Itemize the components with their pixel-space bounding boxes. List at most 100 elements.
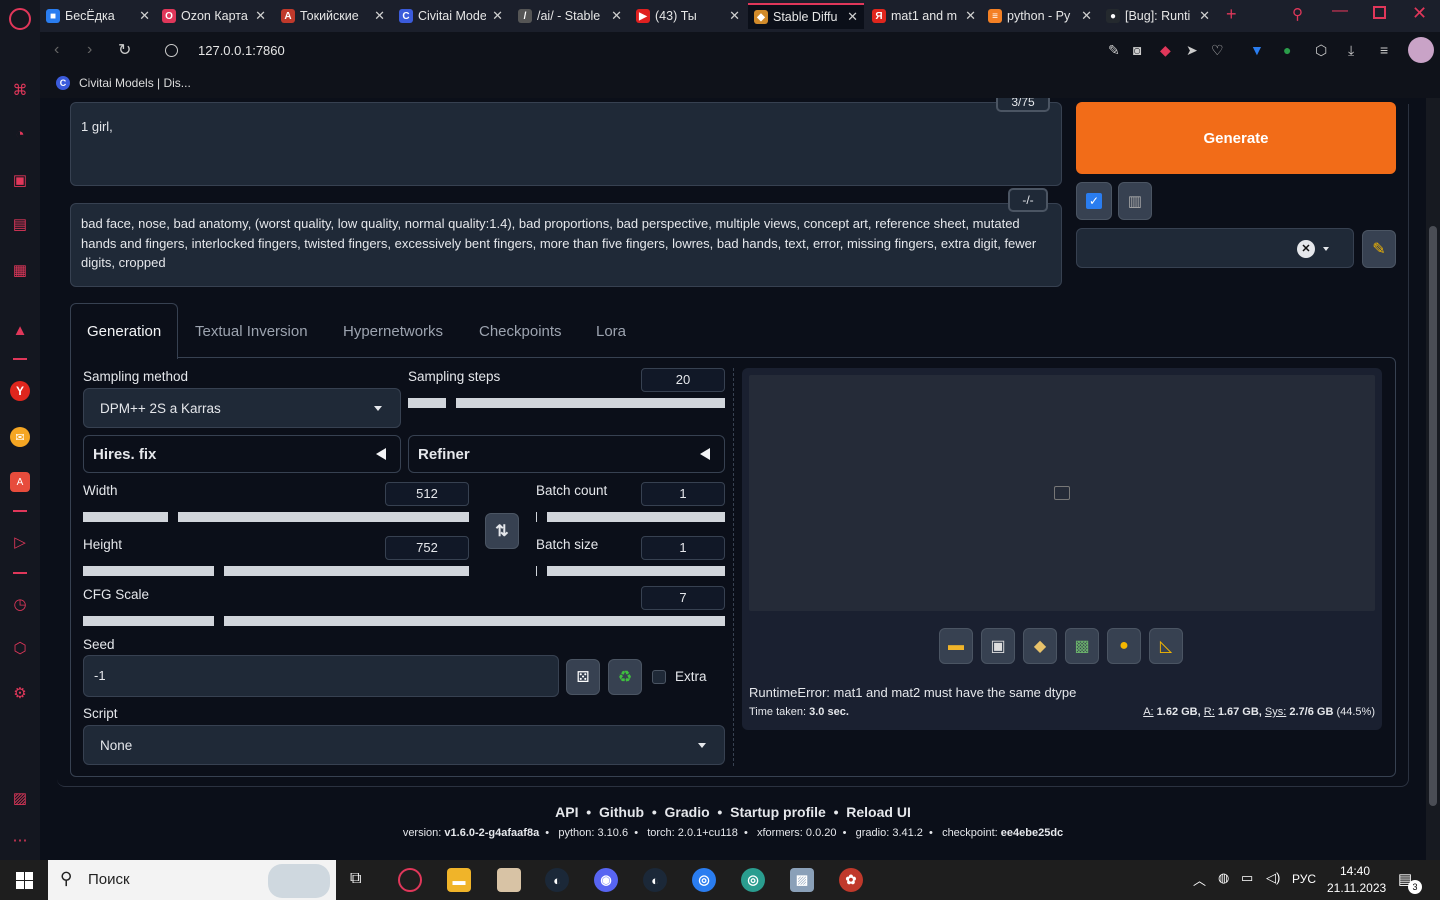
tab-close-icon[interactable]: ✕ [1199,8,1210,24]
random-seed-button[interactable]: ⚄ [566,659,600,695]
tab-hypernetworks[interactable]: Hypernetworks [343,323,443,340]
save-button[interactable]: ▣ [981,628,1015,664]
trash-button[interactable]: ▥ [1118,182,1152,220]
gallery-icon[interactable]: ▨ [10,788,30,808]
open-folder-button[interactable]: ▬ [939,628,973,664]
refiner-accordion[interactable]: Refiner [408,435,725,473]
translate-icon[interactable]: A [10,472,30,492]
language-indicator[interactable]: РУС [1292,872,1316,886]
footer-link[interactable]: API [555,804,578,820]
avatar[interactable] [1408,37,1434,63]
more-icon[interactable]: ⋯ [10,830,30,850]
edit-icon[interactable]: ✎ [1108,42,1120,59]
tray-expand-icon[interactable]: ︿ [1193,870,1206,889]
batch-count-slider[interactable] [536,512,725,522]
slider-handle[interactable] [537,566,547,576]
cart-icon[interactable]: ▼ [1250,42,1264,58]
footer-link[interactable]: Github [599,804,644,820]
opera-taskbar-icon[interactable] [398,868,422,892]
clock-date[interactable]: 21.11.2023 [1327,881,1386,895]
browser-tab[interactable]: ◆ Stable Diffu ✕ [748,3,864,29]
clock-time[interactable]: 14:40 [1340,864,1370,878]
history-icon[interactable]: ◷ [10,594,30,614]
extra-checkbox[interactable] [652,670,666,684]
sampling-steps-slider[interactable] [408,398,725,408]
tab-close-icon[interactable]: ✕ [1081,8,1092,24]
styles-toggle-button[interactable]: ✓ [1076,182,1112,220]
tab-textual-inversion[interactable]: Textual Inversion [195,323,308,340]
hires-fix-accordion[interactable]: Hires. fix [83,435,401,473]
clear-icon[interactable]: ✕ [1297,240,1315,258]
browser-tab[interactable]: ≡ python - Py ✕ [982,3,1098,29]
heart-icon[interactable]: ♡ [1211,42,1224,59]
camera-icon[interactable]: ◙ [1133,42,1141,58]
styles-dropdown[interactable]: ✕ [1076,228,1354,268]
cfg-scale-slider[interactable] [83,616,725,626]
cpu-icon[interactable]: ▦ [10,260,30,280]
app5-taskbar-icon[interactable]: ✿ [839,868,863,892]
browser-tab[interactable]: ● [Bug]: Runti ✕ [1100,3,1216,29]
discord-taskbar-icon[interactable]: ◉ [594,868,618,892]
forward-icon[interactable]: › [87,41,92,59]
browser-tab[interactable]: ▶ (43) Ты ✕ [630,3,746,29]
tab-close-icon[interactable]: ✕ [965,8,976,24]
explorer-taskbar-icon[interactable]: ▬ [447,868,471,892]
scrollbar-thumb[interactable] [1429,226,1437,806]
twitch-icon[interactable]: ▤ [10,214,30,234]
slider-handle[interactable] [214,566,224,576]
send-icon[interactable]: ➤ [1186,42,1198,59]
bag-icon[interactable]: ▣ [10,170,30,190]
prompt-input[interactable]: 1 girl, [70,102,1062,186]
image-gallery[interactable] [749,375,1375,611]
steam2-taskbar-icon[interactable]: ◐ [643,868,667,892]
footer-link[interactable]: Reload UI [846,804,911,820]
browser-tab[interactable]: Яmat1 and m ✕ [866,3,982,29]
tab-lora[interactable]: Lora [596,323,626,340]
tab-checkpoints[interactable]: Checkpoints [479,323,562,340]
browser-tab[interactable]: O Ozon Карта ✕ [156,3,272,29]
height-slider[interactable] [83,566,469,576]
mail-icon[interactable]: ✉ [10,427,30,447]
gamepad-icon[interactable]: ⌘ [10,80,30,100]
vpn-icon[interactable]: ● [1283,42,1291,58]
sampling-steps-input[interactable]: 20 [641,368,725,392]
tab-close-icon[interactable]: ✕ [611,8,622,24]
send-to-extras-button[interactable]: ◺ [1149,628,1183,664]
slider-handle[interactable] [537,512,547,522]
width-slider[interactable] [83,512,469,522]
swap-dimensions-button[interactable]: ⇅ [485,513,519,549]
slider-handle[interactable] [446,398,456,408]
send-to-inpaint-button[interactable]: ● [1107,628,1141,664]
aria-icon[interactable]: ▲ [10,320,30,340]
menu-icon[interactable]: ≡ [1380,42,1388,58]
tab-close-icon[interactable]: ✕ [729,8,740,24]
slider-handle[interactable] [168,512,178,522]
cube-icon[interactable]: ⬡ [10,638,30,658]
tray-app-icon[interactable]: ◍ [1218,870,1229,886]
yandex-icon[interactable]: Y [10,381,30,401]
back-icon[interactable]: ‹ [54,41,59,59]
reuse-seed-button[interactable]: ♻ [608,659,642,695]
browser-tab[interactable]: C Civitai Mode ✕ [393,3,509,29]
app3-taskbar-icon[interactable]: ◎ [741,868,765,892]
volume-icon[interactable]: ◁) [1266,870,1280,886]
url-field[interactable]: 127.0.0.1:7860 [198,43,285,58]
footer-link[interactable]: Startup profile [730,804,826,820]
download-icon[interactable]: ⤓ [1348,42,1354,59]
steam-taskbar-icon[interactable]: ◐ [545,868,569,892]
windows-start-icon[interactable] [16,872,33,889]
minimize-icon[interactable]: — [1332,2,1348,20]
generate-button[interactable]: Generate [1076,102,1396,174]
negative-prompt-input[interactable]: bad face, nose, bad anatomy, (worst qual… [70,203,1062,287]
task-view-icon[interactable]: ⧉ [350,870,361,888]
new-tab-icon[interactable]: + [1226,4,1237,25]
tab-generation[interactable]: Generation [87,323,161,340]
batch-count-input[interactable]: 1 [641,482,725,506]
close-window-icon[interactable]: ✕ [1412,3,1427,24]
tab-close-icon[interactable]: ✕ [139,8,150,24]
page-scrollbar[interactable] [1426,98,1440,860]
seed-input[interactable]: -1 [83,655,559,697]
taskbar-search[interactable]: ⚲ Поиск [48,860,336,900]
browser-tab[interactable]: / /ai/ - Stable ✕ [512,3,628,29]
send-to-img2img-button[interactable]: ▩ [1065,628,1099,664]
